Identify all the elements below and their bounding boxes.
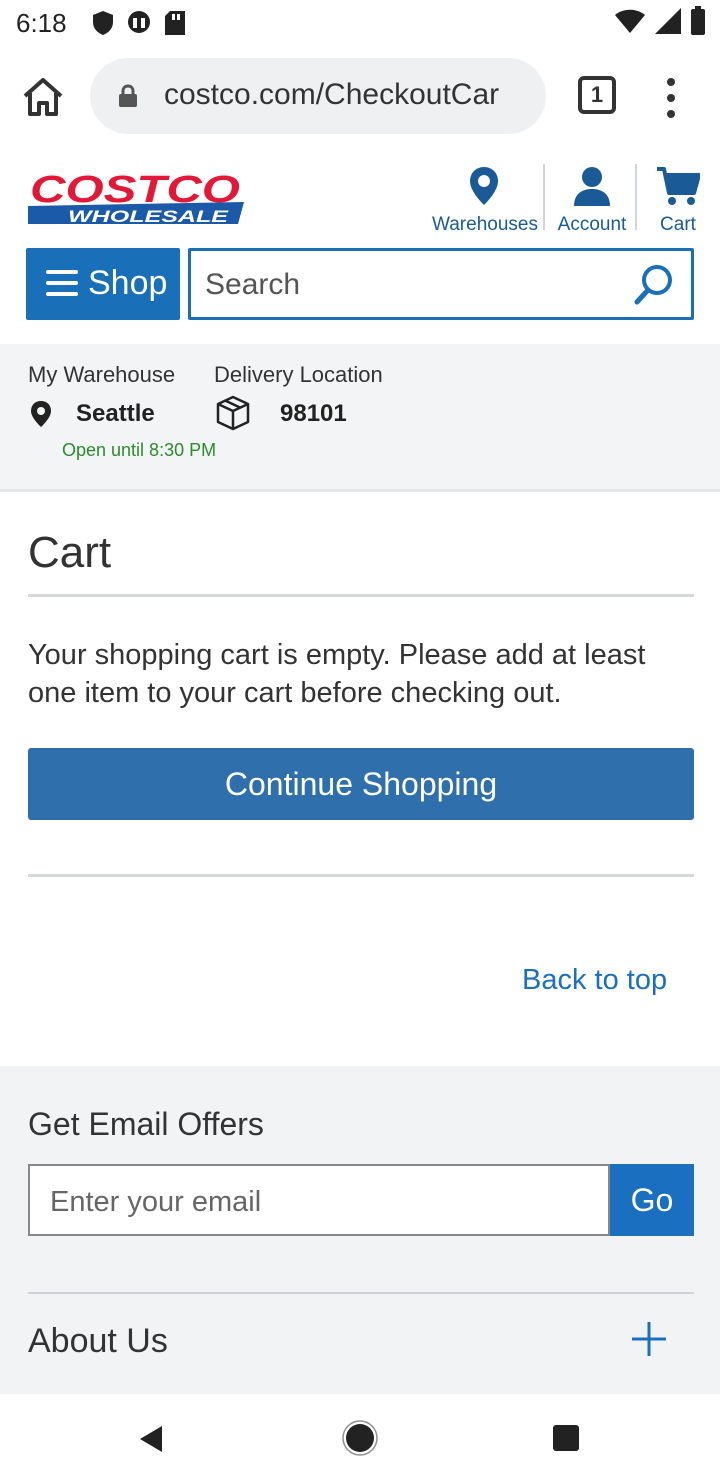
status-bar: 6:18: [0, 0, 720, 48]
location-pin-icon: [470, 167, 498, 205]
hamburger-icon: [46, 270, 78, 303]
overflow-menu-icon[interactable]: [664, 74, 678, 124]
warehouses-link[interactable]: Warehouses: [432, 166, 538, 236]
warehouses-label: Warehouses: [432, 214, 538, 235]
location-pin-icon: [31, 401, 51, 427]
header-divider: [543, 164, 545, 230]
status-time: 6:18: [16, 8, 67, 38]
lock-icon: [119, 84, 137, 107]
divider: [28, 594, 694, 597]
search-box: [188, 248, 694, 320]
back-icon[interactable]: [136, 1424, 166, 1454]
home-icon[interactable]: [20, 74, 66, 120]
account-link[interactable]: Account: [552, 166, 632, 236]
delivery-location-label: Delivery Location: [214, 362, 383, 387]
tab-switcher-button[interactable]: 1: [578, 76, 616, 114]
footer: Get Email Offers Go About Us: [0, 1066, 720, 1396]
empty-cart-message: Your shopping cart is empty. Please add …: [28, 639, 646, 709]
shield-notification-icon: [93, 11, 113, 35]
home-circle-icon[interactable]: [342, 1420, 378, 1456]
podcast-notification-icon: [128, 11, 150, 33]
about-us-section-toggle[interactable]: About Us: [28, 1322, 168, 1361]
delivery-location-value: 98101: [280, 400, 347, 427]
my-warehouse-value: Seattle: [76, 400, 155, 427]
wifi-icon: [615, 9, 645, 33]
email-go-button[interactable]: Go: [610, 1164, 694, 1236]
sd-card-notification-icon: [165, 11, 185, 35]
cart-icon: [657, 167, 700, 205]
warehouse-hours: Open until 8:30 PM: [62, 440, 217, 460]
back-to-top-link[interactable]: Back to top: [522, 964, 667, 997]
signal-icon: [655, 8, 681, 34]
url-text: costco.com/CheckoutCar: [164, 78, 500, 111]
svg-text:WHOLESALE: WHOLESALE: [68, 207, 229, 226]
costco-logo[interactable]: COSTCO WHOLESALE: [28, 168, 244, 226]
location-strip: My Warehouse Seattle Open until 8:30 PM …: [0, 344, 720, 492]
recents-icon[interactable]: [552, 1424, 580, 1452]
package-icon: [216, 395, 250, 431]
browser-toolbar: costco.com/CheckoutCar 1: [0, 48, 720, 144]
email-field[interactable]: [50, 1180, 590, 1224]
account-icon: [574, 167, 610, 206]
shop-menu-button[interactable]: Shop: [26, 248, 180, 320]
email-field-container: [28, 1164, 610, 1236]
shop-label: Shop: [88, 264, 168, 302]
account-label: Account: [557, 214, 627, 235]
page-title: Cart: [28, 528, 112, 577]
battery-icon: [691, 6, 705, 35]
continue-shopping-button[interactable]: Continue Shopping: [28, 748, 694, 820]
url-bar[interactable]: costco.com/CheckoutCar: [90, 58, 546, 134]
system-navigation-bar: [0, 1394, 720, 1480]
cart-label: Cart: [660, 214, 696, 235]
email-offers-heading: Get Email Offers: [28, 1106, 264, 1142]
site-header: COSTCO WHOLESALE Warehouses Account Cart…: [0, 144, 720, 344]
search-input[interactable]: [205, 261, 605, 309]
header-divider: [635, 164, 637, 230]
search-icon[interactable]: [633, 263, 675, 305]
divider: [28, 1292, 694, 1294]
cart-link[interactable]: Cart: [650, 166, 706, 236]
my-warehouse-label: My Warehouse: [28, 362, 176, 387]
divider: [28, 874, 694, 877]
plus-icon[interactable]: [630, 1320, 668, 1358]
